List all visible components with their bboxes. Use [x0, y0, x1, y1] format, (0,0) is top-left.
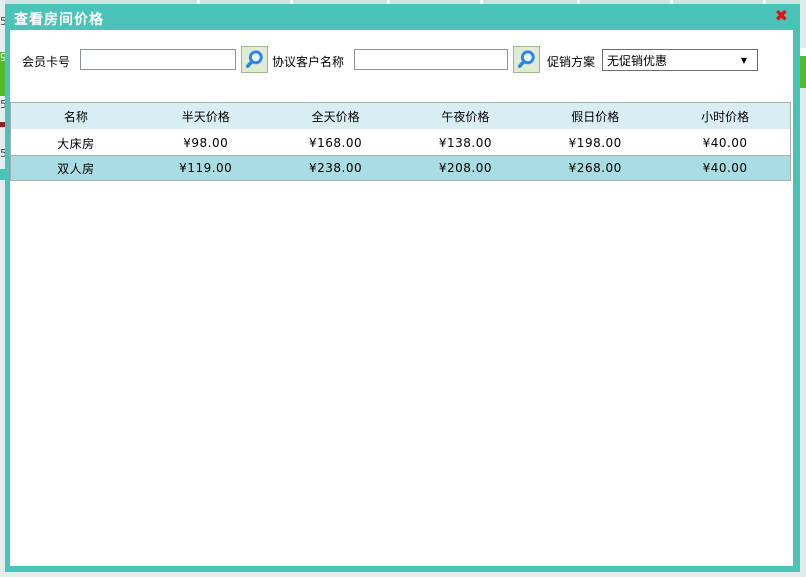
screen: 5955 查看房间价格 ✖ 会员卡号 协议客户名称 [0, 0, 806, 577]
member-card-label: 会员卡号 [22, 53, 70, 70]
table-cell: ¥119.00 [141, 156, 271, 180]
background-green-tile [800, 56, 806, 88]
promotion-select[interactable]: 无促销优惠 ▼ [602, 49, 758, 71]
promotion-selected-value: 无促销优惠 [607, 52, 741, 69]
room-price-dialog: 查看房间价格 ✖ 会员卡号 协议客户名称 [5, 4, 800, 572]
price-table: 名称半天价格全天价格午夜价格假日价格小时价格 大床房¥98.00¥168.00¥… [10, 102, 791, 181]
table-cell: ¥198.00 [530, 131, 660, 155]
table-cell: 大床房 [11, 131, 141, 155]
column-header[interactable]: 名称 [11, 103, 141, 129]
dialog-title: 查看房间价格 [14, 9, 104, 29]
contract-customer-search-button[interactable] [513, 46, 540, 73]
table-cell: 双人房 [11, 156, 141, 180]
contract-customer-label: 协议客户名称 [272, 53, 344, 70]
column-header[interactable]: 半天价格 [141, 103, 271, 129]
dialog-titlebar[interactable]: 查看房间价格 ✖ [5, 4, 800, 30]
table-cell: ¥268.00 [530, 156, 660, 180]
price-table-header: 名称半天价格全天价格午夜价格假日价格小时价格 [11, 103, 790, 131]
contract-customer-input[interactable] [354, 49, 508, 70]
table-cell: ¥40.00 [660, 131, 790, 155]
chevron-down-icon: ▼ [741, 56, 747, 65]
search-icon [516, 49, 537, 70]
column-header[interactable]: 假日价格 [530, 103, 660, 129]
background-white-strip [800, 48, 806, 56]
dialog-body: 会员卡号 协议客户名称 [10, 30, 793, 566]
table-cell: ¥138.00 [400, 131, 530, 155]
close-icon[interactable]: ✖ [775, 7, 788, 25]
table-cell: ¥98.00 [141, 131, 271, 155]
column-header[interactable]: 小时价格 [660, 103, 790, 129]
table-cell: ¥208.00 [400, 156, 530, 180]
column-header[interactable]: 全天价格 [271, 103, 401, 129]
table-cell: ¥238.00 [271, 156, 401, 180]
background-app-right-sliver [800, 0, 806, 577]
member-card-input[interactable] [80, 49, 236, 70]
table-row[interactable]: 大床房¥98.00¥168.00¥138.00¥198.00¥40.00 [11, 131, 790, 155]
column-header[interactable]: 午夜价格 [400, 103, 530, 129]
promotion-label: 促销方案 [547, 53, 595, 70]
table-cell: ¥40.00 [660, 156, 790, 180]
member-card-search-button[interactable] [241, 46, 268, 73]
search-icon [244, 49, 265, 70]
table-cell: ¥168.00 [271, 131, 401, 155]
table-row[interactable]: 双人房¥119.00¥238.00¥208.00¥268.00¥40.00 [11, 155, 790, 180]
price-table-body: 大床房¥98.00¥168.00¥138.00¥198.00¥40.00双人房¥… [11, 131, 790, 180]
